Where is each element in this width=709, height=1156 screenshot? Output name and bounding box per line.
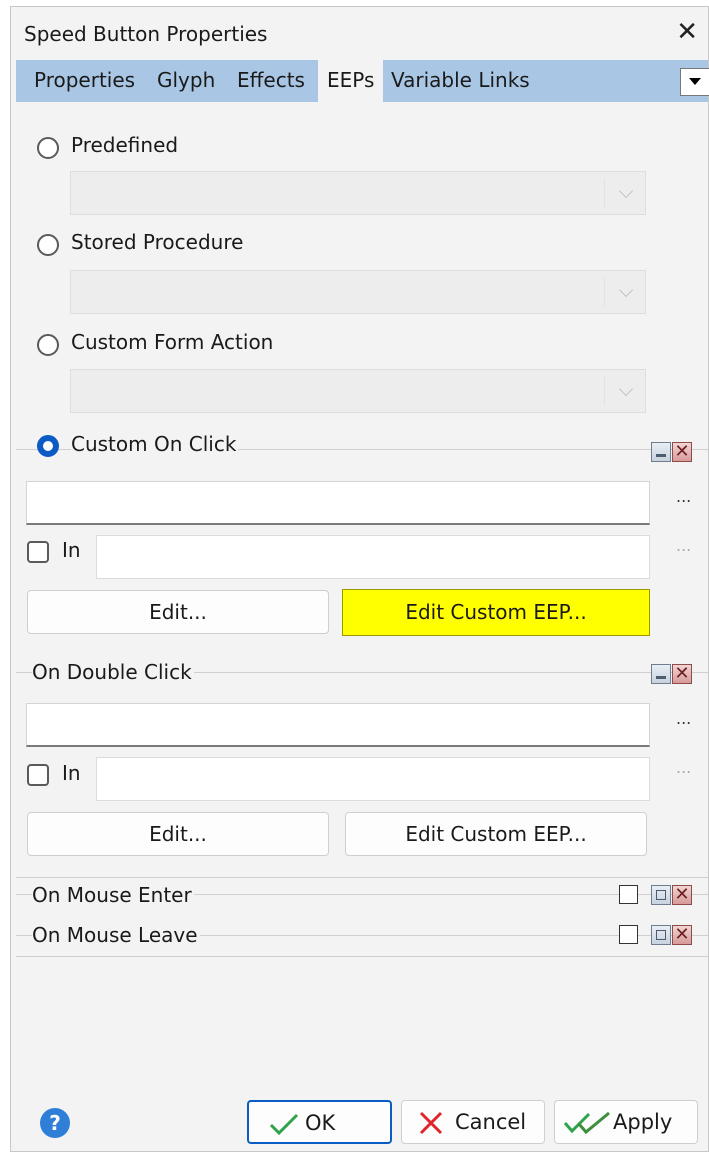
on-mouse-leave-label: On Mouse Leave: [32, 923, 200, 947]
help-icon[interactable]: ?: [40, 1108, 70, 1138]
tab-variable-links[interactable]: Variable Links: [391, 68, 530, 92]
combo-separator: [604, 178, 605, 208]
section-divider: [16, 956, 708, 957]
chevron-down-icon: [618, 381, 634, 397]
chevron-down-icon: [618, 282, 634, 298]
check-icon: [269, 1113, 299, 1136]
on-click-in-browse-button[interactable]: ...: [676, 536, 691, 555]
on-double-click-eep-field[interactable]: [26, 703, 650, 747]
cross-icon: [419, 1111, 443, 1135]
custom-form-action-combo[interactable]: [70, 369, 646, 413]
custom-form-action-label: Custom Form Action: [71, 330, 274, 354]
tab-eeps[interactable]: EEPs: [318, 60, 384, 106]
on-mouse-enter-checkbox[interactable]: [619, 885, 638, 904]
expand-section-icon[interactable]: [651, 925, 671, 945]
combo-separator: [604, 376, 605, 406]
on-double-click-in-checkbox[interactable]: [27, 764, 49, 786]
on-click-in-label: In: [62, 538, 81, 562]
on-click-edit-button[interactable]: Edit...: [27, 590, 329, 634]
custom-on-click-radio[interactable]: [37, 435, 59, 457]
title-bar: Speed Button Properties ✕: [11, 7, 708, 61]
stored-procedure-combo[interactable]: [70, 270, 646, 314]
on-double-click-browse-button[interactable]: ...: [676, 709, 691, 728]
tab-glyph[interactable]: Glyph: [157, 68, 215, 92]
cancel-label: Cancel: [455, 1110, 527, 1134]
on-mouse-enter-label: On Mouse Enter: [32, 883, 194, 907]
expand-section-icon[interactable]: [651, 885, 671, 905]
remove-section-icon[interactable]: ✕: [672, 664, 692, 684]
stored-procedure-label: Stored Procedure: [71, 230, 244, 254]
ok-label: OK: [305, 1111, 336, 1135]
remove-section-icon[interactable]: ✕: [672, 925, 692, 945]
apply-label: Apply: [613, 1110, 673, 1134]
tab-strip: Properties Glyph Effects EEPs Variable L…: [16, 60, 709, 106]
double-check-icon: [563, 1111, 610, 1135]
on-click-eep-field[interactable]: [26, 481, 650, 525]
custom-form-action-radio[interactable]: [37, 334, 59, 356]
cancel-button[interactable]: Cancel: [401, 1100, 545, 1144]
custom-on-click-label: Custom On Click: [71, 432, 239, 456]
remove-section-icon[interactable]: ✕: [672, 885, 692, 905]
on-double-click-edit-button[interactable]: Edit...: [27, 812, 329, 856]
predefined-label: Predefined: [71, 133, 179, 157]
on-double-click-in-label: In: [62, 761, 81, 785]
on-double-click-edit-custom-eep-button[interactable]: Edit Custom EEP...: [345, 812, 647, 856]
remove-section-icon[interactable]: ✕: [672, 442, 692, 462]
tab-properties[interactable]: Properties: [34, 68, 135, 92]
on-mouse-leave-checkbox[interactable]: [619, 925, 638, 944]
on-double-click-in-field[interactable]: [96, 757, 650, 801]
on-click-in-field[interactable]: [96, 535, 650, 579]
tab-effects[interactable]: Effects: [237, 68, 305, 92]
collapse-section-icon[interactable]: [651, 442, 671, 462]
on-double-click-label: On Double Click: [32, 660, 194, 684]
on-double-click-in-browse-button[interactable]: ...: [676, 758, 691, 777]
on-click-in-checkbox[interactable]: [27, 541, 49, 563]
on-click-edit-custom-eep-button[interactable]: Edit Custom EEP...: [342, 589, 650, 636]
ok-button[interactable]: OK: [247, 1100, 392, 1144]
combo-separator: [604, 277, 605, 307]
tab-overflow-dropdown[interactable]: [680, 68, 709, 96]
collapse-section-icon[interactable]: [651, 664, 671, 684]
close-icon[interactable]: ✕: [676, 17, 698, 47]
section-divider: [16, 877, 708, 878]
on-click-browse-button[interactable]: ...: [676, 487, 691, 506]
predefined-radio[interactable]: [37, 137, 59, 159]
chevron-down-icon: [618, 183, 634, 199]
predefined-combo[interactable]: [70, 171, 646, 215]
apply-button[interactable]: Apply: [554, 1100, 698, 1144]
window-title: Speed Button Properties: [24, 22, 268, 46]
stored-procedure-radio[interactable]: [37, 234, 59, 256]
